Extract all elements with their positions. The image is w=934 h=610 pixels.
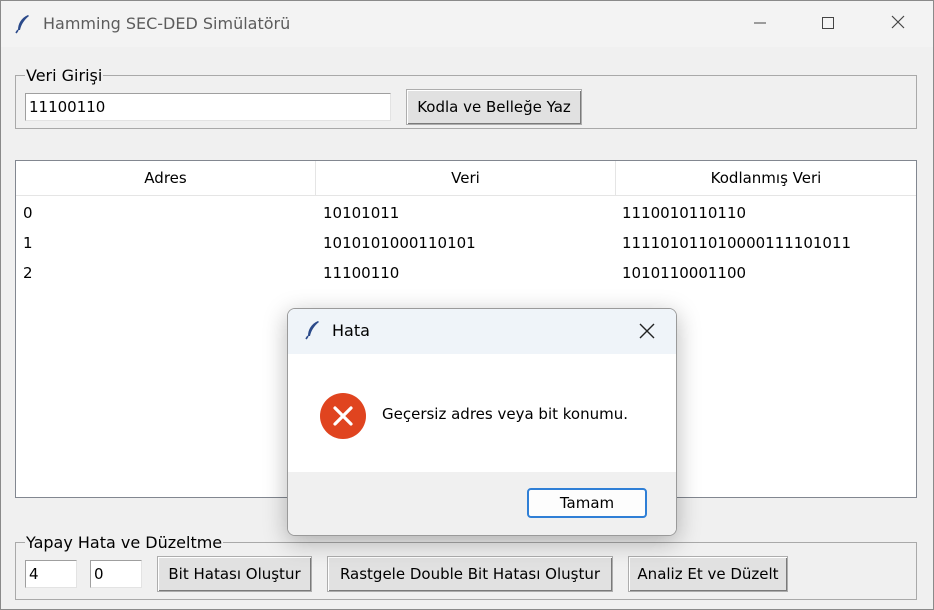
double-bit-error-button[interactable]: Rastgele Double Bit Hatası Oluştur bbox=[327, 556, 613, 592]
column-header-encoded[interactable]: Kodlanmış Veri bbox=[616, 161, 916, 195]
table-row[interactable]: 1 1010101000110101 111101011010000111101… bbox=[16, 228, 916, 258]
encoded-cell: 111101011010000111101011 bbox=[622, 234, 852, 252]
dialog-footer: Tamam bbox=[288, 472, 676, 535]
table-row[interactable]: 0 10101011 1110010110110 bbox=[16, 198, 916, 228]
close-icon bbox=[890, 14, 906, 34]
column-header-data[interactable]: Veri bbox=[316, 161, 616, 195]
minimize-icon bbox=[753, 15, 767, 34]
bit-error-button[interactable]: Bit Hatası Oluştur bbox=[157, 556, 312, 592]
table-row[interactable]: 2 11100110 1010110001100 bbox=[16, 258, 916, 288]
data-cell: 1010101000110101 bbox=[323, 234, 476, 252]
dialog-close-icon[interactable] bbox=[638, 322, 656, 344]
dialog-title: Hata bbox=[332, 321, 370, 340]
dialog-title-bar: Hata bbox=[288, 309, 676, 354]
data-cell: 11100110 bbox=[323, 264, 400, 282]
address-cell: 0 bbox=[23, 204, 33, 222]
address-cell: 2 bbox=[23, 264, 33, 282]
window-title: Hamming SEC-DED Simülatörü bbox=[43, 14, 291, 33]
feather-icon bbox=[15, 14, 31, 38]
close-button[interactable] bbox=[863, 1, 933, 47]
error-injection-legend: Yapay Hata ve Düzeltme bbox=[25, 533, 224, 552]
address-cell: 1 bbox=[23, 234, 33, 252]
error-dialog: Hata Geçersiz adres veya bit konumu. Tam… bbox=[287, 308, 677, 536]
data-input-legend: Veri Girişi bbox=[25, 66, 104, 85]
analyze-correct-button[interactable]: Analiz Et ve Düzelt bbox=[628, 556, 788, 592]
encoded-cell: 1010110001100 bbox=[622, 264, 747, 282]
column-header-address[interactable]: Adres bbox=[16, 161, 316, 195]
encode-write-button[interactable]: Kodla ve Belleğe Yaz bbox=[406, 89, 582, 125]
data-input-field[interactable] bbox=[25, 93, 391, 121]
data-cell: 10101011 bbox=[323, 204, 400, 222]
dialog-message: Geçersiz adres veya bit konumu. bbox=[382, 405, 628, 423]
bit-position-input[interactable] bbox=[90, 560, 142, 588]
ok-button[interactable]: Tamam bbox=[527, 488, 647, 518]
encoded-cell: 1110010110110 bbox=[622, 204, 747, 222]
title-bar: Hamming SEC-DED Simülatörü bbox=[1, 1, 933, 47]
minimize-button[interactable] bbox=[725, 1, 795, 47]
address-input[interactable] bbox=[25, 560, 77, 588]
maximize-button[interactable] bbox=[793, 1, 863, 47]
feather-icon bbox=[305, 320, 321, 344]
maximize-icon bbox=[821, 15, 835, 34]
table-header: Adres Veri Kodlanmış Veri bbox=[16, 161, 916, 196]
error-icon bbox=[319, 392, 367, 444]
dialog-body: Geçersiz adres veya bit konumu. bbox=[288, 354, 676, 472]
